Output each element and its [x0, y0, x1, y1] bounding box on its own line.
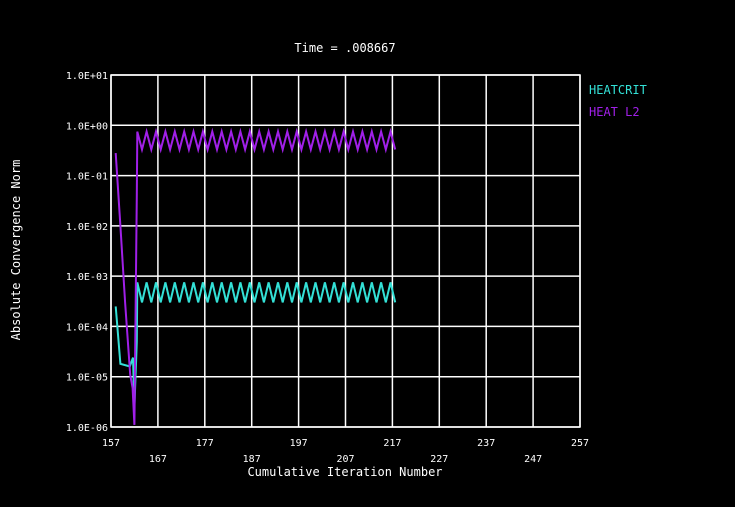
- x-tick-label: 167: [149, 454, 167, 465]
- y-tick-label: 1.0E-03: [66, 272, 108, 283]
- legend-heatcrit: HEATCRIT: [589, 83, 647, 97]
- x-tick-label: 207: [336, 454, 354, 465]
- x-tick-label: 237: [477, 438, 495, 449]
- y-tick-label: 1.0E+00: [66, 121, 108, 132]
- y-tick-label: 1.0E+01: [66, 71, 108, 82]
- y-tick-label: 1.0E-01: [66, 172, 108, 183]
- x-tick-label: 157: [102, 438, 120, 449]
- convergence-chart: 1.0E-06 1.0E-05 1.0E-04 1.0E-03 1.0E-02 1.0E-…: [0, 0, 735, 507]
- y-tick-label: 1.0E-06: [66, 423, 108, 434]
- y-axis-label: Absolute Convergence Norm: [9, 160, 23, 341]
- x-tick-label: 217: [383, 438, 401, 449]
- x-tick-label: 227: [430, 454, 448, 465]
- x-tick-label: 187: [243, 454, 261, 465]
- x-tick-label: 197: [290, 438, 308, 449]
- x-tick-label: 177: [196, 438, 214, 449]
- x-tick-label: 247: [524, 454, 542, 465]
- x-axis-label: Cumulative Iteration Number: [247, 465, 442, 479]
- chart-title: Time = .008667: [294, 41, 395, 55]
- legend-heat-l2: HEAT L2: [589, 105, 640, 119]
- y-tick-label: 1.0E-02: [66, 222, 108, 233]
- y-tick-label: 1.0E-05: [66, 373, 108, 384]
- y-tick-label: 1.0E-04: [66, 322, 108, 333]
- x-tick-label: 257: [571, 438, 589, 449]
